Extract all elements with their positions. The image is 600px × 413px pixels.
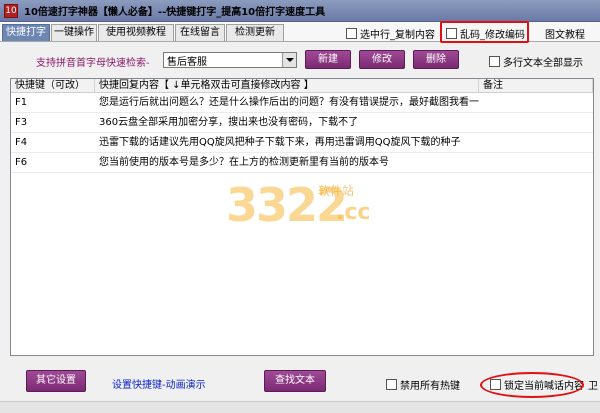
title-bar: 10 10倍速打字神器【懒人必备】--快捷键打字_提高10倍打字速度工具 <box>0 0 600 22</box>
hotkey-demo-link[interactable]: 设置快捷键-动画演示 <box>112 376 206 391</box>
tab-online-message[interactable]: 在线留言 <box>175 24 225 41</box>
window-title: 10倍速打字神器【懒人必备】--快捷键打字_提高10倍打字速度工具 <box>24 7 326 18</box>
new-button[interactable]: 新建 <box>305 50 351 69</box>
highlight-oval <box>480 372 584 398</box>
disable-hotkeys-checkbox[interactable] <box>386 379 397 390</box>
table-header: 快捷键（可改） 快捷回复内容【 ↓单元格双击可直接修改内容 】 备注 <box>11 79 593 93</box>
edit-button[interactable]: 修改 <box>359 50 405 69</box>
header-hotkey[interactable]: 快捷键（可改） <box>11 79 95 92</box>
cell-content[interactable]: 迅雷下载的话建议先用QQ旋风把种子下载下来，再用迅雷调用QQ旋风下载的种子 <box>95 133 479 152</box>
other-settings-button[interactable]: 其它设置 <box>26 370 86 392</box>
watermark-suffix: .cc <box>336 200 371 225</box>
cell-hotkey: F6 <box>15 157 28 168</box>
cell-hotkey: F1 <box>15 97 28 108</box>
header-content[interactable]: 快捷回复内容【 ↓单元格双击可直接修改内容 】 <box>95 79 479 92</box>
highlight-box <box>440 21 529 43</box>
table-row[interactable]: F6 您当前使用的版本号是多少？在上方的检测更新里有当前的版本号 <box>11 153 593 173</box>
app-icon: 10 <box>4 3 18 18</box>
cell-note[interactable] <box>479 93 593 112</box>
header-note[interactable]: 备注 <box>479 79 593 92</box>
chevron-down-icon[interactable] <box>282 53 296 67</box>
cell-note[interactable] <box>479 133 593 152</box>
table-row[interactable]: F3 360云盘全部采用加密分享，搜出来也没有密码，下载不了 <box>11 113 593 133</box>
tab-quick-typing[interactable]: 快捷打字 <box>2 24 50 41</box>
disable-hotkeys-option[interactable]: 禁用所有热键 <box>386 378 460 392</box>
cell-hotkey: F3 <box>15 117 28 128</box>
tab-check-update[interactable]: 检测更新 <box>226 24 284 41</box>
cell-content[interactable]: 您是运行后就出问题么？还是什么操作后出的问题？有没有错误提示，最好截图我看一下。 <box>95 93 479 112</box>
multiline-checkbox[interactable] <box>489 55 500 67</box>
cell-hotkey: F4 <box>15 137 28 148</box>
select-copy-option[interactable]: 选中行_复制内容 <box>346 26 435 41</box>
find-text-button[interactable]: 查找文本 <box>264 370 326 392</box>
disable-hotkeys-label: 禁用所有热键 <box>400 381 460 392</box>
delete-button[interactable]: 删除 <box>413 50 459 69</box>
search-label: 支持拼音首字母快速检索- <box>36 58 150 69</box>
tab-one-click[interactable]: 一键操作 <box>51 24 97 41</box>
table-row[interactable]: F1 您是运行后就出问题么？还是什么操作后出的问题？有没有错误提示，最好截图我看… <box>11 93 593 113</box>
status-strip <box>0 401 600 413</box>
partial-right-text: 卫 <box>588 381 598 392</box>
tab-video-tutorial[interactable]: 使用视频教程 <box>98 24 174 41</box>
multiline-option[interactable]: 多行文本全部显示 <box>489 54 583 69</box>
table-row[interactable]: F4 迅雷下载的话建议先用QQ旋风把种子下载下来，再用迅雷调用QQ旋风下载的种子 <box>11 133 593 153</box>
multiline-label: 多行文本全部显示 <box>503 57 583 69</box>
cell-content[interactable]: 您当前使用的版本号是多少？在上方的检测更新里有当前的版本号 <box>95 153 479 172</box>
select-copy-label: 选中行_复制内容 <box>360 29 435 41</box>
cell-content[interactable]: 360云盘全部采用加密分享，搜出来也没有密码，下载不了 <box>95 113 479 132</box>
cell-note[interactable] <box>479 113 593 132</box>
quick-search-combo[interactable]: 售后客服 <box>163 52 297 68</box>
watermark-logo: 3322 <box>226 178 348 232</box>
graphic-tutorial-link[interactable]: 图文教程 <box>545 26 585 41</box>
select-copy-checkbox[interactable] <box>346 27 357 39</box>
cell-note[interactable] <box>479 153 593 172</box>
combo-value: 售后客服 <box>167 56 207 68</box>
